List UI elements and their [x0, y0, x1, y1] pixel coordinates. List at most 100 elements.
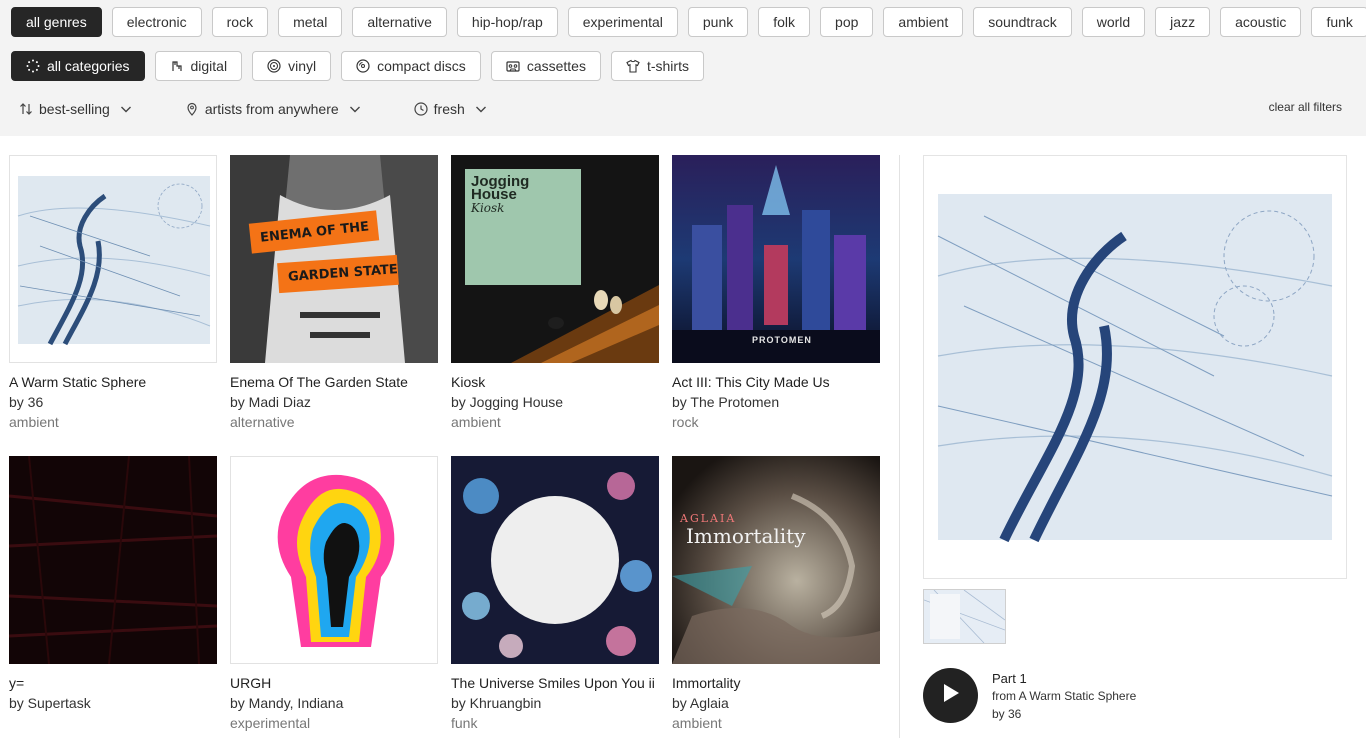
album-artist[interactable]: by Mandy, Indiana: [230, 693, 438, 713]
album-genre[interactable]: ambient: [672, 713, 880, 733]
genre-pill-soundtrack[interactable]: soundtrack: [973, 7, 1072, 37]
genre-pill-electronic[interactable]: electronic: [111, 7, 202, 37]
album-title[interactable]: Enema Of The Garden State: [230, 372, 438, 392]
album-title[interactable]: Immortality: [672, 673, 880, 693]
genre-pill-folk[interactable]: folk: [758, 7, 811, 37]
track-album[interactable]: from A Warm Static Sphere: [992, 687, 1136, 705]
category-pill-all-categories[interactable]: all categories: [11, 51, 145, 81]
category-pill-digital[interactable]: digital: [154, 51, 243, 81]
genre-pill-pop[interactable]: pop: [820, 7, 874, 37]
sort-row: best-selling artists from anywhere fresh: [19, 98, 487, 120]
sparkle-icon: [26, 59, 40, 73]
album-card[interactable]: y= by Supertask: [9, 456, 217, 713]
track-artist[interactable]: by 36: [992, 705, 1136, 723]
selected-album-thumbnail[interactable]: [923, 589, 1006, 644]
album-genre[interactable]: ambient: [9, 412, 217, 432]
genre-label: jazz: [1170, 14, 1196, 30]
album-cover[interactable]: Jogging House Kiosk: [451, 155, 659, 363]
album-title[interactable]: Kiosk: [451, 372, 659, 392]
genre-pill-ambient[interactable]: ambient: [883, 7, 964, 37]
album-title[interactable]: A Warm Static Sphere: [9, 372, 217, 392]
genre-label: ambient: [898, 14, 949, 30]
album-artist[interactable]: by Supertask: [9, 693, 217, 713]
category-label: cassettes: [526, 58, 586, 74]
album-title[interactable]: URGH: [230, 673, 438, 693]
album-title[interactable]: The Universe Smiles Upon You ii: [451, 673, 659, 693]
category-pill-vinyl[interactable]: vinyl: [252, 51, 332, 81]
filter-bar: all genres electronic rock metal alterna…: [0, 0, 1366, 136]
album-cover[interactable]: PROTOMEN: [672, 155, 880, 363]
album-title[interactable]: y=: [9, 673, 217, 693]
genre-row: all genres electronic rock metal alterna…: [11, 7, 1366, 37]
album-artist[interactable]: by 36: [9, 392, 217, 412]
genre-label: experimental: [582, 14, 663, 30]
chevron-down-icon: [349, 103, 361, 115]
genre-pill-rock[interactable]: rock: [211, 7, 269, 37]
genre-pill-alternative[interactable]: alternative: [352, 7, 447, 37]
album-artist[interactable]: by Khruangbin: [451, 693, 659, 713]
format-label: fresh: [433, 101, 465, 117]
album-card[interactable]: AGLAIA Immortality Immortality by Aglaia…: [672, 456, 880, 733]
album-artist[interactable]: by Jogging House: [451, 392, 659, 412]
format-dropdown[interactable]: fresh: [414, 101, 487, 117]
genre-pill-experimental[interactable]: experimental: [567, 7, 678, 37]
album-cover[interactable]: ENEMA OF THE GARDEN STATE: [230, 155, 438, 363]
genre-label: metal: [293, 14, 328, 30]
genre-pill-jazz[interactable]: jazz: [1155, 7, 1211, 37]
genre-label: acoustic: [1235, 14, 1287, 30]
category-label: vinyl: [288, 58, 317, 74]
chevron-down-icon: [120, 103, 132, 115]
album-artist[interactable]: by The Protomen: [672, 392, 880, 412]
genre-pill-all-genres[interactable]: all genres: [11, 7, 102, 37]
location-label: artists from anywhere: [204, 101, 339, 117]
genre-pill-hip-hop-rap[interactable]: hip-hop/rap: [456, 7, 558, 37]
genre-pill-metal[interactable]: metal: [278, 7, 343, 37]
genre-label: folk: [773, 14, 796, 30]
location-dropdown[interactable]: artists from anywhere: [185, 101, 361, 117]
category-label: t-shirts: [646, 58, 689, 74]
album-cover[interactable]: [9, 456, 217, 664]
album-card[interactable]: PROTOMEN Act III: This City Made Us by T…: [672, 155, 880, 432]
selected-album-art[interactable]: [923, 155, 1347, 579]
album-cover[interactable]: [230, 456, 438, 664]
album-cover[interactable]: [451, 456, 659, 664]
album-card[interactable]: A Warm Static Sphere by 36 ambient: [9, 155, 217, 432]
category-pill-cassettes[interactable]: cassettes: [490, 51, 601, 81]
genre-label: world: [1096, 14, 1131, 30]
cover-text: PROTOMEN: [752, 335, 812, 345]
genre-pill-funk[interactable]: funk: [1311, 7, 1366, 37]
chevron-down-icon: [475, 103, 487, 115]
genre-label: soundtrack: [988, 14, 1057, 30]
album-artist[interactable]: by Aglaia: [672, 693, 880, 713]
clock-icon: [414, 102, 428, 116]
album-card[interactable]: URGH by Mandy, Indiana experimental: [230, 456, 438, 733]
category-row: all categories digital vinyl compact dis…: [11, 51, 704, 81]
album-card[interactable]: ENEMA OF THE GARDEN STATE Enema Of The G…: [230, 155, 438, 432]
album-cover[interactable]: [9, 155, 217, 363]
category-label: digital: [190, 58, 228, 74]
genre-label: hip-hop/rap: [471, 14, 543, 30]
album-genre[interactable]: funk: [451, 713, 659, 733]
cover-text: House: [471, 186, 517, 203]
album-card[interactable]: The Universe Smiles Upon You ii by Khrua…: [451, 456, 659, 733]
clear-all-filters-link[interactable]: clear all filters: [1269, 100, 1342, 114]
genre-label: funk: [1326, 14, 1353, 30]
album-genre[interactable]: ambient: [451, 412, 659, 432]
genre-pill-acoustic[interactable]: acoustic: [1220, 7, 1302, 37]
album-cover[interactable]: AGLAIA Immortality: [672, 456, 880, 664]
genre-pill-world[interactable]: world: [1081, 7, 1146, 37]
panel-divider: [899, 155, 900, 738]
sort-dropdown[interactable]: best-selling: [19, 101, 132, 117]
play-icon: [941, 682, 961, 709]
play-button[interactable]: [923, 668, 978, 723]
album-card[interactable]: Jogging House Kiosk Kiosk by Jogging Hou…: [451, 155, 659, 432]
album-genre[interactable]: alternative: [230, 412, 438, 432]
category-pill-t-shirts[interactable]: t-shirts: [610, 51, 704, 81]
album-title[interactable]: Act III: This City Made Us: [672, 372, 880, 392]
album-artist[interactable]: by Madi Diaz: [230, 392, 438, 412]
album-genre[interactable]: experimental: [230, 713, 438, 733]
genre-label: rock: [226, 14, 254, 30]
album-genre[interactable]: rock: [672, 412, 880, 432]
genre-pill-punk[interactable]: punk: [687, 7, 749, 37]
category-pill-compact-discs[interactable]: compact discs: [341, 51, 481, 81]
